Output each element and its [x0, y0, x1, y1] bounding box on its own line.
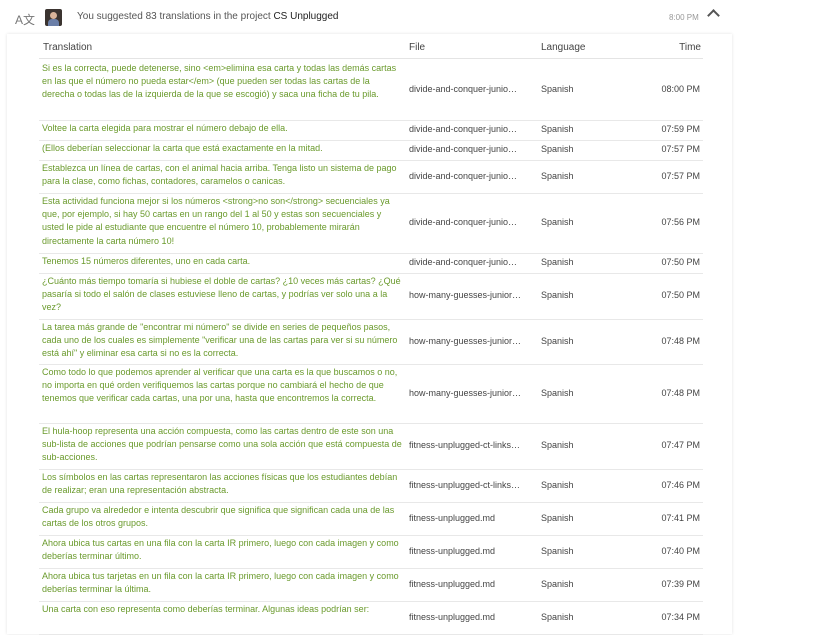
language: Spanish: [541, 84, 574, 94]
time: 07:57 PM: [661, 144, 700, 154]
time: 07:59 PM: [661, 124, 700, 134]
language: Spanish: [541, 440, 574, 450]
language: Spanish: [541, 480, 574, 490]
file-name: fitness-unplugged.md: [409, 546, 496, 556]
language: Spanish: [541, 388, 574, 398]
translation-text[interactable]: La tarea más grande de "encontrar mi núm…: [42, 321, 404, 361]
time: 08:00 PM: [661, 84, 700, 94]
time: 07:48 PM: [661, 388, 700, 398]
table-row[interactable]: Tenemos 15 números diferentes, uno en ca…: [39, 253, 703, 274]
translation-text[interactable]: Establezca un línea de cartas, con el an…: [42, 162, 404, 188]
language: Spanish: [541, 612, 574, 622]
table-row[interactable]: El hula-hoop representa una acción compu…: [39, 423, 703, 470]
time: 07:50 PM: [661, 257, 700, 267]
file-name: divide-and-conquer-junio…: [409, 84, 518, 94]
time: 07:41 PM: [661, 513, 700, 523]
file-name: fitness-unplugged-ct-links…: [409, 480, 521, 490]
table-row[interactable]: Si es la correcta, puede detenerse, sino…: [39, 60, 703, 121]
table-row[interactable]: Establezca un línea de cartas, con el an…: [39, 160, 703, 194]
project-name: CS Unplugged: [273, 11, 339, 22]
table-row[interactable]: Ahora ubica tus cartas en una fila con l…: [39, 535, 703, 569]
column-time: Time: [679, 42, 701, 53]
avatar: [45, 9, 62, 26]
file-name: how-many-guesses-junior…: [409, 388, 522, 398]
table-row[interactable]: Esta actividad funciona mejor si los núm…: [39, 193, 703, 254]
table-row[interactable]: La tarea más grande de "encontrar mi núm…: [39, 319, 703, 365]
translation-text[interactable]: Una carta con eso representa como deberí…: [42, 603, 404, 616]
time: 07:39 PM: [661, 579, 700, 589]
header-divider: [39, 58, 703, 59]
activity-time: 8:00 PM: [669, 13, 699, 22]
translation-text[interactable]: Los símbolos en las cartas representaron…: [42, 471, 404, 497]
table-row[interactable]: ¿Cuánto más tiempo tomaría si hubiese el…: [39, 273, 703, 320]
time: 07:50 PM: [661, 290, 700, 300]
time: 07:34 PM: [661, 612, 700, 622]
time: 07:48 PM: [661, 336, 700, 346]
table-header: Translation File Language Time: [7, 34, 732, 60]
activity-summary: You suggested 83 translations in the pro…: [77, 11, 338, 22]
language: Spanish: [541, 257, 574, 267]
summary-text: You suggested 83 translations in the pro…: [77, 11, 271, 22]
file-name: divide-and-conquer-junio…: [409, 124, 518, 134]
table-row[interactable]: Como todo lo que podemos aprender al ver…: [39, 364, 703, 424]
translations-panel: Translation File Language Time Si es la …: [7, 34, 732, 635]
file-name: fitness-unplugged.md: [409, 612, 496, 622]
time: 07:57 PM: [661, 171, 700, 181]
translation-text[interactable]: (Ellos deberían seleccionar la carta que…: [42, 142, 404, 155]
file-name: divide-and-conquer-junio…: [409, 144, 518, 154]
table-row[interactable]: Los símbolos en las cartas representaron…: [39, 469, 703, 503]
column-language: Language: [541, 42, 586, 53]
language: Spanish: [541, 290, 574, 300]
table-row[interactable]: Voltee la carta elegida para mostrar el …: [39, 120, 703, 141]
translation-text[interactable]: ¿Cuánto más tiempo tomaría si hubiese el…: [42, 275, 404, 315]
translation-text[interactable]: Voltee la carta elegida para mostrar el …: [42, 122, 404, 135]
translation-text[interactable]: El hula-hoop representa una acción compu…: [42, 425, 404, 465]
translate-icon: A文: [15, 13, 36, 27]
activity-header[interactable]: A文 You suggested 83 translations in the …: [0, 0, 816, 34]
file-name: how-many-guesses-junior…: [409, 336, 522, 346]
file-name: how-many-guesses-junior…: [409, 290, 522, 300]
language: Spanish: [541, 336, 574, 346]
chevron-up-icon[interactable]: [707, 9, 720, 22]
translation-text[interactable]: Cada grupo va alrededor e intenta descub…: [42, 504, 404, 530]
column-file: File: [409, 42, 426, 53]
time: 07:40 PM: [661, 546, 700, 556]
time: 07:56 PM: [661, 217, 700, 227]
file-name: fitness-unplugged-ct-links…: [409, 440, 521, 450]
file-name: divide-and-conquer-junio…: [409, 217, 518, 227]
translation-text[interactable]: Ahora ubica tus tarjetas en un fila con …: [42, 570, 404, 596]
file-name: fitness-unplugged.md: [409, 579, 496, 589]
column-translation: Translation: [43, 42, 93, 53]
language: Spanish: [541, 579, 574, 589]
time: 07:47 PM: [661, 440, 700, 450]
language: Spanish: [541, 144, 574, 154]
translation-text[interactable]: Esta actividad funciona mejor si los núm…: [42, 195, 404, 248]
translation-text[interactable]: Ahora ubica tus cartas en una fila con l…: [42, 537, 404, 563]
table-row[interactable]: Una carta con eso representa como deberí…: [39, 601, 703, 635]
file-name: divide-and-conquer-junio…: [409, 171, 518, 181]
language: Spanish: [541, 217, 574, 227]
translation-text[interactable]: Tenemos 15 números diferentes, uno en ca…: [42, 255, 404, 268]
table-row[interactable]: Cada grupo va alrededor e intenta descub…: [39, 502, 703, 536]
table-row[interactable]: Ahora ubica tus tarjetas en un fila con …: [39, 568, 703, 602]
language: Spanish: [541, 546, 574, 556]
file-name: fitness-unplugged.md: [409, 513, 496, 523]
time: 07:46 PM: [661, 480, 700, 490]
table-row[interactable]: (Ellos deberían seleccionar la carta que…: [39, 140, 703, 161]
translation-text[interactable]: Como todo lo que podemos aprender al ver…: [42, 366, 404, 406]
language: Spanish: [541, 124, 574, 134]
language: Spanish: [541, 513, 574, 523]
file-name: divide-and-conquer-junio…: [409, 257, 518, 267]
translation-text[interactable]: Si es la correcta, puede detenerse, sino…: [42, 62, 404, 102]
language: Spanish: [541, 171, 574, 181]
